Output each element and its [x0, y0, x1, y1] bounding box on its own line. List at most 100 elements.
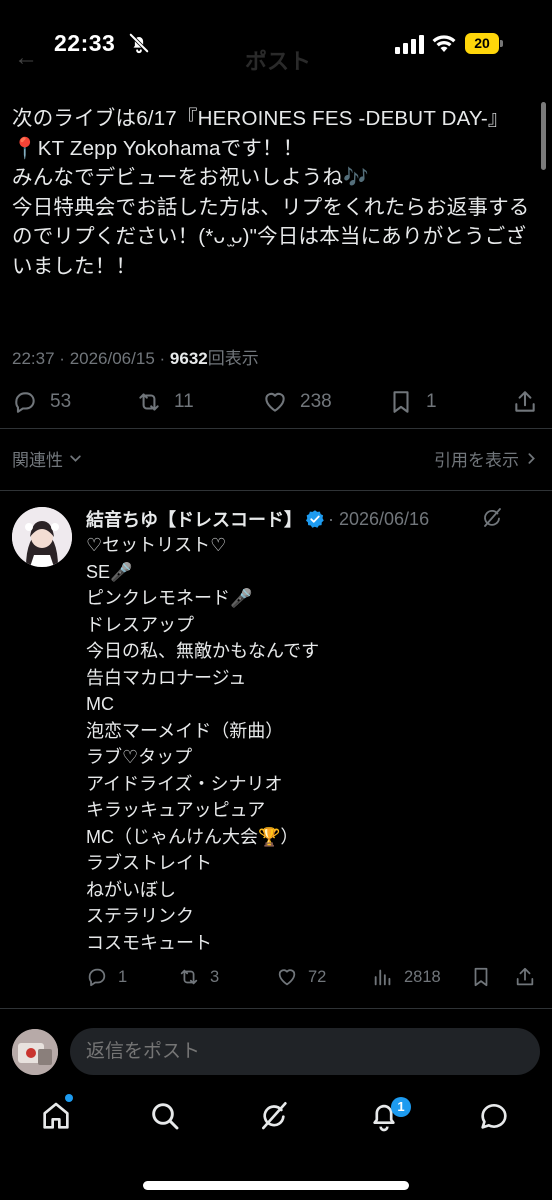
reply-line: アイドライズ・シナリオ: [86, 773, 283, 794]
composer-avatar[interactable]: [12, 1029, 58, 1075]
reply-line: ピンクレモネード🎤: [86, 588, 253, 608]
meta-separator: ·: [159, 349, 166, 368]
reply-line: 今日の私、無敵かもなんです: [86, 641, 320, 661]
reply-like-count: 72: [308, 967, 327, 986]
battery-cap: [500, 40, 503, 47]
reply-line: ドレスアップ: [86, 614, 194, 635]
repost-button[interactable]: 11: [136, 384, 194, 420]
battery-level: 20: [465, 33, 499, 54]
post-time: 22:37: [12, 349, 55, 368]
verified-badge-icon: [306, 510, 324, 528]
reply-icon: [15, 392, 35, 413]
messages-icon: [481, 1104, 507, 1129]
reply-reply-count: 1: [118, 967, 128, 986]
nav-home[interactable]: [40, 1100, 74, 1134]
reply-icon: [88, 968, 106, 987]
nav-messages[interactable]: [478, 1100, 512, 1134]
back-arrow-icon[interactable]: ←: [14, 44, 38, 72]
reply-line: ねがいぼし: [86, 879, 176, 900]
reply-repost-count: 3: [210, 967, 220, 986]
divider: [0, 490, 552, 491]
bookmark-icon: [474, 967, 488, 987]
reply-button[interactable]: 53: [12, 384, 71, 420]
post-date: 2026/06/15: [69, 349, 155, 368]
reply-like-button[interactable]: 72: [276, 962, 326, 992]
chevron-down-icon: [70, 455, 81, 462]
reply-line: ラブストレイト: [86, 853, 212, 873]
cellular-signal-icon: [395, 35, 424, 54]
post-views-count: 9632: [169, 349, 208, 368]
divider: [0, 428, 552, 429]
reply-line: MC: [86, 694, 114, 714]
reply-count: 53: [50, 391, 72, 412]
bell-slash-icon: [128, 32, 150, 54]
divider: [0, 1008, 552, 1009]
nav-search[interactable]: [149, 1100, 183, 1134]
like-button[interactable]: 238: [262, 384, 332, 420]
bookmark-icon: [393, 391, 409, 413]
reply-views-count: 2818: [404, 967, 441, 986]
chevron-right-icon: [528, 453, 535, 464]
reply-actions: 1 3 72 2818: [0, 962, 552, 992]
reply-line: コスモキュート: [86, 932, 212, 953]
scroll-indicator[interactable]: [541, 102, 546, 170]
grok-icon: [262, 1102, 287, 1130]
bottom-nav: [0, 1090, 552, 1150]
status-time: 22:33: [54, 30, 116, 56]
reply-author-name[interactable]: 結音ちゆ【ドレスコード】: [86, 506, 302, 532]
repost-icon: [139, 393, 159, 411]
battery-indicator: 20: [465, 33, 503, 54]
reply-input[interactable]: [70, 1028, 540, 1075]
reply-line: SE🎤: [86, 561, 133, 582]
avatar-image: [12, 507, 72, 567]
reply-reply-button[interactable]: 1: [86, 962, 127, 992]
search-icon: [152, 1103, 179, 1130]
home-indicator[interactable]: [143, 1181, 409, 1190]
reply-line: ステラリンク: [86, 906, 194, 926]
reply-bookmark-button[interactable]: [470, 962, 492, 992]
reply-avatar[interactable]: [12, 507, 72, 567]
view-quotes-button[interactable]: 引用を表示: [434, 446, 538, 471]
bookmark-count: 1: [426, 391, 437, 412]
post-actions: 53 11 238 1: [0, 384, 552, 420]
post-views-label: 回表示: [207, 349, 259, 368]
avatar-image: [12, 1029, 58, 1075]
post-text: 次のライブは6/17『HEROINES FES -DEBUT DAY-』📍KT …: [12, 107, 530, 278]
post-meta: 22:37 · 2026/06/15 · 9632回表示: [12, 344, 259, 369]
status-bar: ← ポスト 22:33 20: [0, 0, 552, 90]
meta-separator: ·: [59, 349, 65, 368]
reply-repost-button[interactable]: 3: [178, 962, 219, 992]
nav-grok[interactable]: [258, 1100, 292, 1134]
reply-header: 結音ちゆ【ドレスコード】 · 2026/06/16: [86, 506, 429, 532]
share-button[interactable]: [512, 384, 538, 420]
reply-views-button[interactable]: 2818: [372, 962, 441, 992]
share-icon: [515, 391, 535, 412]
wifi-icon: [432, 35, 456, 52]
reply-line: 泡恋マーメイド（新曲）: [86, 720, 284, 741]
reply-sort-row: 関連性 引用を表示: [0, 440, 552, 474]
home-unread-dot: [65, 1094, 73, 1102]
grok-icon[interactable]: [480, 506, 504, 530]
reply-text: ♡セットリスト♡ SE🎤 ピンクレモネード🎤 ドレスアップ今日の私、無敵かもなんです告…: [86, 532, 526, 956]
reply-line: キラッキュアッピュア: [86, 800, 266, 820]
reply-line: ♡セットリスト♡: [86, 535, 227, 555]
sort-relevance-label: 関連性: [12, 451, 63, 470]
view-quotes-label: 引用を表示: [434, 451, 519, 470]
repost-count: 11: [174, 391, 194, 412]
reply-date: · 2026/06/16: [328, 508, 430, 529]
reply-line: ラブ♡タップ: [86, 747, 193, 767]
header-title: ポスト: [245, 49, 312, 74]
heart-icon: [278, 969, 296, 986]
repost-icon: [180, 969, 198, 985]
heart-icon: [265, 392, 285, 412]
reply-line: MC（じゃんけん大会🏆）: [86, 826, 299, 847]
reply-share-button[interactable]: [514, 962, 536, 992]
views-chart-icon: [374, 969, 391, 986]
like-count: 238: [300, 391, 332, 412]
reply-line: 告白マカロナージュ: [86, 667, 247, 688]
home-icon: [43, 1102, 69, 1129]
bookmark-button[interactable]: 1: [388, 384, 437, 420]
share-icon: [516, 967, 534, 986]
sort-relevance-button[interactable]: 関連性: [12, 446, 82, 471]
notification-badge: 1: [391, 1097, 411, 1117]
